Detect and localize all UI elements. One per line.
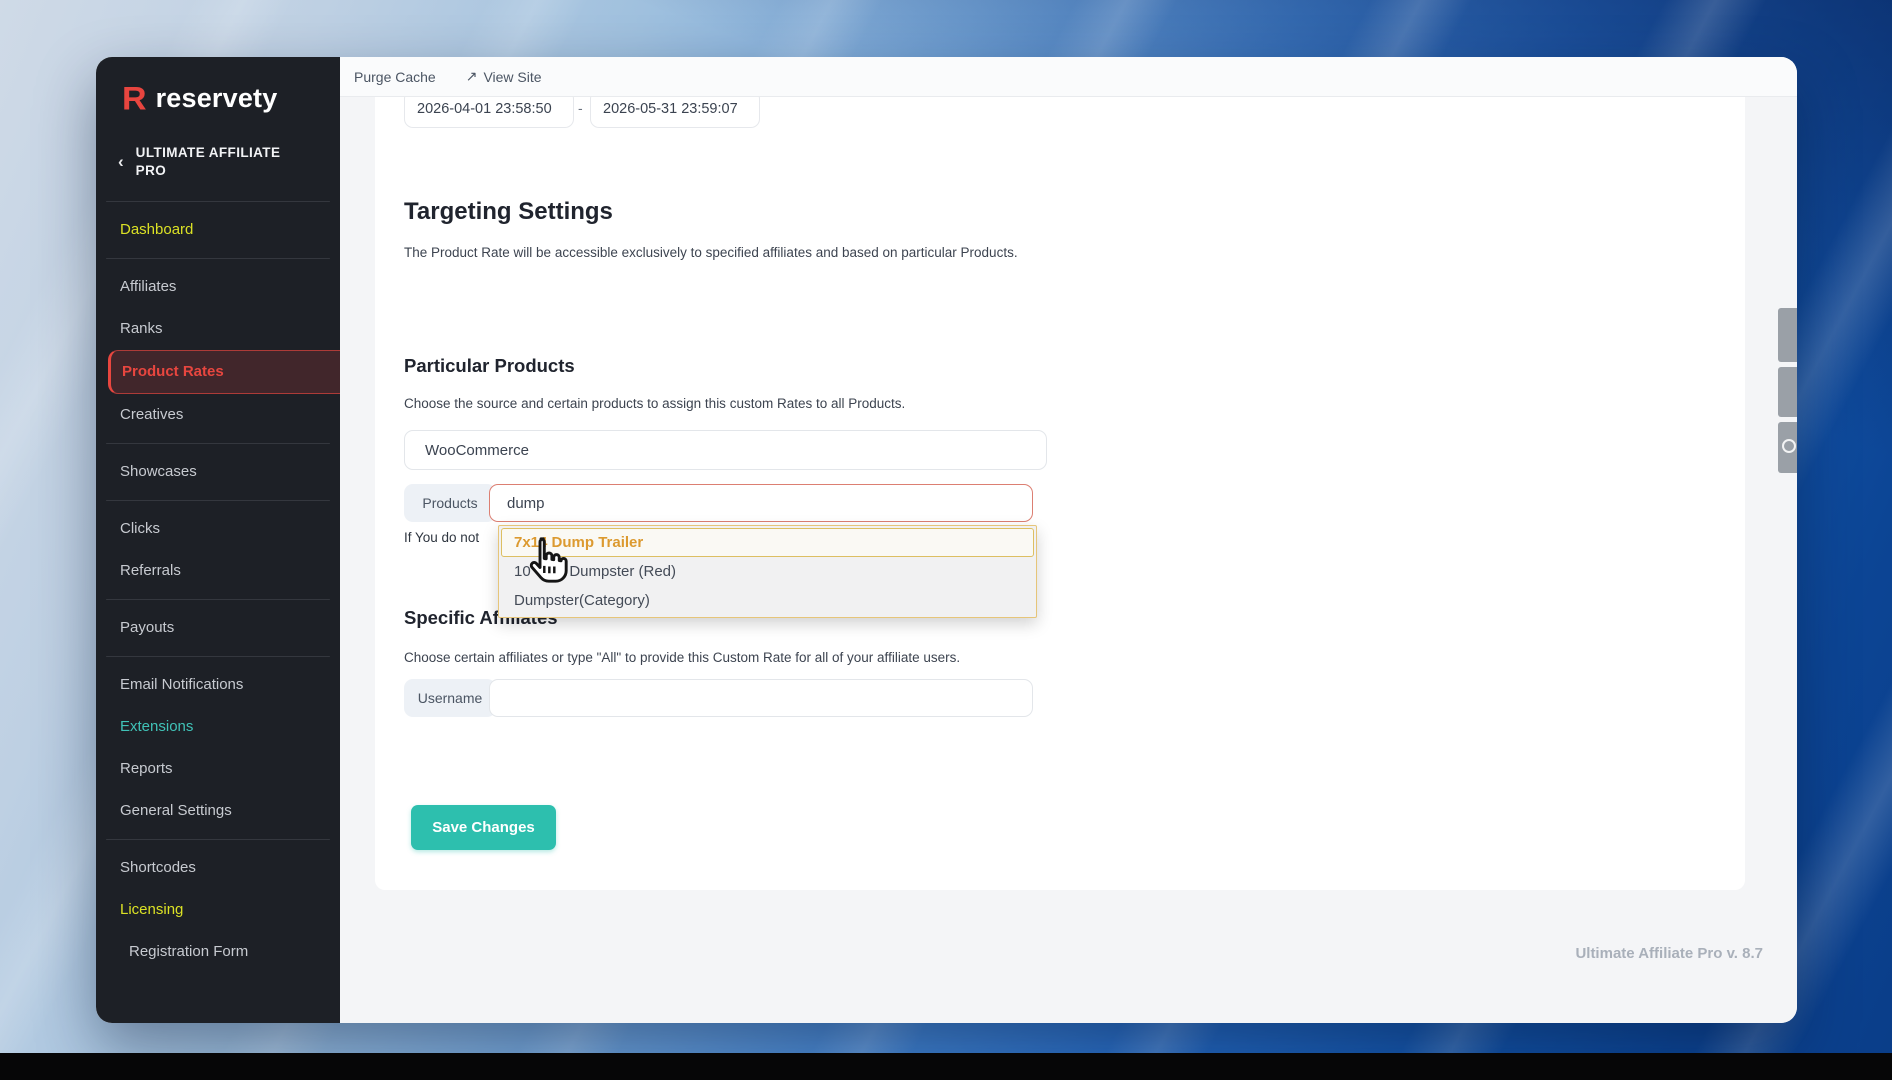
username-field-label: Username bbox=[404, 679, 496, 717]
dropdown-option-10-yard-dumpster-red[interactable]: 10 Yard Dumpster (Red) bbox=[501, 557, 1034, 586]
edge-toolbar bbox=[1778, 308, 1797, 478]
sidebar-item-extensions[interactable]: Extensions bbox=[96, 706, 340, 748]
main-content: Purge Cache ↗ View Site 2026-04-01 23:58… bbox=[340, 57, 1797, 1023]
circle-icon bbox=[1782, 439, 1796, 453]
screen-bottom-bezel bbox=[0, 1053, 1892, 1080]
edge-button-3[interactable] bbox=[1778, 422, 1797, 473]
products-suggestion-dropdown: 7x14 Dump Trailer 10 Yard Dumpster (Red)… bbox=[498, 525, 1037, 618]
sidebar-item-licensing[interactable]: Licensing bbox=[96, 889, 340, 931]
particular-products-title: Particular Products bbox=[404, 355, 575, 376]
settings-card: 2026-04-01 23:58:50 - 2026-05-31 23:59:0… bbox=[375, 97, 1745, 890]
sidebar-item-referrals[interactable]: Referrals bbox=[96, 550, 340, 592]
sidebar-item-general-settings[interactable]: General Settings bbox=[96, 790, 340, 832]
date-range-separator: - bbox=[578, 100, 583, 116]
sidebar-item-affiliates[interactable]: Affiliates bbox=[96, 266, 340, 308]
sidebar-item-email-notifications[interactable]: Email Notifications bbox=[96, 664, 340, 706]
sidebar: R reservety ‹ ULTIMATE AFFILIATE PRO Das… bbox=[96, 57, 340, 1023]
targeting-settings-title: Targeting Settings bbox=[404, 198, 613, 225]
sidebar-item-payouts[interactable]: Payouts bbox=[96, 607, 340, 649]
sidebar-item-showcases[interactable]: Showcases bbox=[96, 451, 340, 493]
dropdown-option-7x14-dump-trailer[interactable]: 7x14 Dump Trailer bbox=[501, 528, 1034, 557]
source-select[interactable]: WooCommerce bbox=[404, 430, 1047, 470]
admin-topbar: Purge Cache ↗ View Site bbox=[340, 57, 1797, 97]
edge-button-1[interactable] bbox=[1778, 308, 1797, 362]
username-input[interactable] bbox=[489, 679, 1033, 717]
plugin-title: ULTIMATE AFFILIATE PRO bbox=[135, 145, 281, 178]
content-body: 2026-04-01 23:58:50 - 2026-05-31 23:59:0… bbox=[340, 97, 1797, 1023]
collapse-sidebar-icon[interactable]: ‹ bbox=[118, 152, 124, 172]
brand-name: reservety bbox=[155, 83, 278, 113]
sidebar-divider bbox=[106, 656, 330, 657]
products-search-input[interactable] bbox=[489, 484, 1033, 522]
purge-cache-link[interactable]: Purge Cache bbox=[354, 69, 436, 85]
sidebar-item-reports[interactable]: Reports bbox=[96, 748, 340, 790]
date-from-input[interactable]: 2026-04-01 23:58:50 bbox=[404, 97, 574, 128]
products-field-label: Products bbox=[404, 484, 496, 522]
sidebar-divider bbox=[106, 201, 330, 202]
external-link-icon: ↗ bbox=[465, 68, 478, 84]
particular-products-description: Choose the source and certain products t… bbox=[404, 396, 906, 411]
sidebar-item-clicks[interactable]: Clicks bbox=[96, 508, 340, 550]
sidebar-item-shortcodes[interactable]: Shortcodes bbox=[96, 847, 340, 889]
sidebar-item-product-rates[interactable]: Product Rates bbox=[108, 350, 340, 394]
sidebar-divider bbox=[106, 839, 330, 840]
sidebar-item-dashboard[interactable]: Dashboard bbox=[96, 209, 340, 251]
view-site-link[interactable]: ↗ View Site bbox=[466, 68, 542, 85]
targeting-settings-description: The Product Rate will be accessible excl… bbox=[404, 245, 1018, 260]
sidebar-divider bbox=[106, 443, 330, 444]
products-helper-text: If You do not bbox=[404, 530, 480, 545]
sidebar-item-creatives[interactable]: Creatives bbox=[96, 394, 340, 436]
reservety-logo: R reservety bbox=[96, 77, 340, 128]
specific-affiliates-description: Choose certain affiliates or type "All" … bbox=[404, 650, 961, 665]
app-window: R reservety ‹ ULTIMATE AFFILIATE PRO Das… bbox=[96, 57, 1797, 1023]
sidebar-item-registration-form[interactable]: Registration Form bbox=[96, 931, 340, 973]
sidebar-divider bbox=[106, 599, 330, 600]
save-changes-button[interactable]: Save Changes bbox=[411, 805, 556, 850]
sidebar-item-ranks[interactable]: Ranks bbox=[96, 308, 340, 350]
hand-cursor-icon bbox=[521, 533, 575, 592]
plugin-header: ‹ ULTIMATE AFFILIATE PRO bbox=[96, 128, 340, 194]
dropdown-option-dumpster-category[interactable]: Dumpster(Category) bbox=[501, 586, 1034, 615]
sidebar-divider bbox=[106, 500, 330, 501]
view-site-label: View Site bbox=[483, 68, 542, 85]
plugin-version-footer: Ultimate Affiliate Pro v. 8.7 bbox=[1575, 945, 1763, 962]
date-to-input[interactable]: 2026-05-31 23:59:07 bbox=[590, 97, 760, 128]
brand-r-icon: R bbox=[122, 80, 147, 117]
edge-button-2[interactable] bbox=[1778, 367, 1797, 417]
sidebar-divider bbox=[106, 258, 330, 259]
